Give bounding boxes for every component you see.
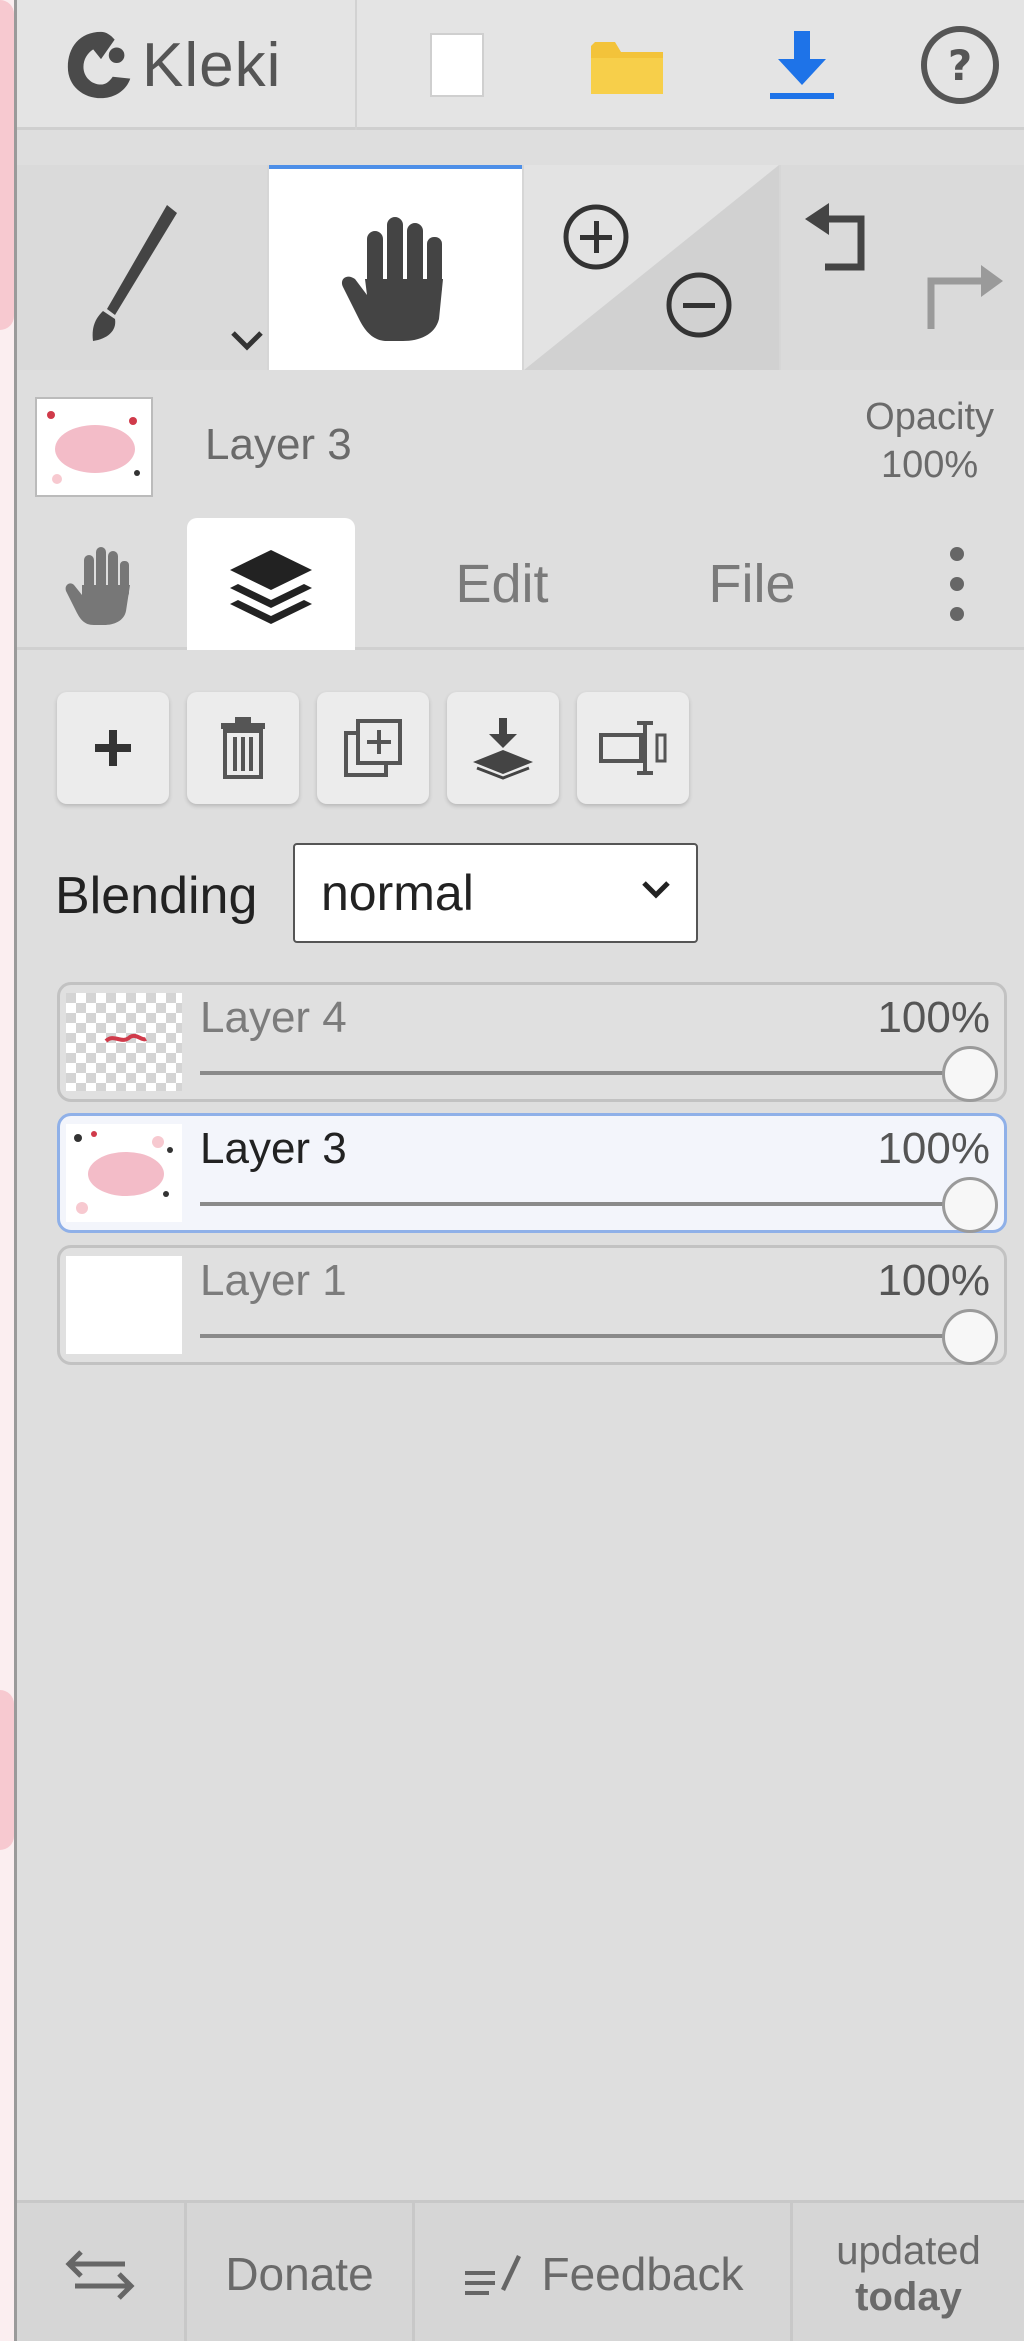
open-folder-icon [591, 42, 663, 94]
panel-tabs: Edit File [17, 518, 1024, 650]
layer-opacity-slider[interactable] [200, 1071, 980, 1075]
layer-item[interactable]: Layer 1 100% [57, 1245, 1007, 1365]
zoom-icon [524, 165, 779, 370]
layer-opacity: 100% [877, 1256, 990, 1305]
layer-name: Layer 3 [200, 1124, 347, 1173]
logo-text: Kleki [142, 30, 282, 100]
blending-value: normal [321, 865, 474, 921]
kleki-logo-icon [67, 31, 131, 99]
layer-thumbnail [66, 1124, 182, 1222]
tab-edit[interactable]: Edit [417, 518, 587, 650]
redo-icon[interactable] [781, 165, 1024, 370]
more-menu-button[interactable] [917, 518, 997, 650]
current-layer-name: Layer 3 [205, 420, 352, 469]
more-vertical-icon [950, 547, 964, 621]
delete-layer-button[interactable] [187, 692, 299, 804]
rename-layer-icon [599, 721, 667, 775]
canvas-edge-blob [0, 0, 14, 330]
kleki-logo[interactable]: Kleki [17, 0, 357, 130]
layer-opacity-slider-handle[interactable] [942, 1309, 998, 1365]
updated-when: today [855, 2274, 962, 2319]
opacity-value: 100% [880, 444, 979, 486]
feedback-icon [465, 2254, 522, 2295]
layer-name: Layer 1 [200, 1256, 347, 1305]
layer-item[interactable]: Layer 4 100% [57, 982, 1007, 1102]
duplicate-layer-button[interactable] [317, 692, 429, 804]
add-layer-icon [95, 730, 131, 766]
current-layer-info: Layer 3 Opacity 100% [17, 385, 1024, 505]
layer-opacity: 100% [877, 993, 990, 1042]
blending-select[interactable]: normal [293, 843, 698, 943]
tab-hand[interactable] [47, 518, 157, 650]
undo-redo-buttons[interactable] [781, 165, 1024, 370]
open-file-button[interactable] [562, 0, 692, 130]
current-layer-thumbnail [35, 397, 153, 497]
tab-layers[interactable] [187, 518, 355, 650]
layer-thumbnail [66, 993, 182, 1091]
zoom-tool-button[interactable] [524, 165, 779, 370]
layer-opacity-slider[interactable] [200, 1202, 980, 1206]
download-icon [770, 31, 834, 99]
layer-opacity-slider-handle[interactable] [942, 1177, 998, 1233]
brush-tool-button[interactable] [17, 165, 267, 370]
feedback-label: Feedback [541, 2247, 744, 2300]
layer-item-selected[interactable]: Layer 3 100% [57, 1113, 1007, 1233]
swap-side-button[interactable] [17, 2203, 182, 2341]
opacity-label: Opacity [865, 396, 994, 438]
top-bar: Kleki ? [17, 0, 1024, 130]
canvas-edge [0, 0, 17, 2341]
hand-icon [65, 547, 130, 625]
blending-label: Blending [55, 867, 258, 925]
swap-arrows-icon [64, 2249, 135, 2300]
help-icon: ? [920, 26, 999, 104]
delete-layer-icon [221, 717, 265, 779]
layer-opacity-slider[interactable] [200, 1334, 980, 1338]
layer-opacity: 100% [877, 1124, 990, 1173]
duplicate-layer-icon [344, 719, 402, 777]
tool-row [17, 165, 1024, 370]
save-download-button[interactable] [737, 0, 867, 130]
current-layer-opacity: Opacity 100% [865, 393, 994, 489]
hand-icon [341, 217, 443, 341]
merge-down-icon [473, 718, 533, 780]
rename-layer-button[interactable] [577, 692, 689, 804]
layer-name: Layer 4 [200, 993, 347, 1042]
new-image-icon [430, 33, 484, 97]
hand-tool-button[interactable] [269, 165, 522, 370]
merge-down-button[interactable] [447, 692, 559, 804]
chevron-down-icon[interactable] [227, 327, 267, 353]
canvas-edge-blob [0, 1690, 14, 1850]
donate-button[interactable]: Donate [187, 2203, 412, 2341]
updated-label: updated [836, 2228, 981, 2273]
bottom-bar: Donate Feedback updated today [17, 2200, 1024, 2341]
layer-thumbnail [66, 1256, 182, 1354]
svg-text:?: ? [947, 41, 971, 90]
help-button[interactable]: ? [897, 0, 1022, 130]
chevron-down-icon [642, 881, 670, 899]
side-panel: Kleki ? Layer 3 Opacity 100% Edit File B… [17, 0, 1024, 2341]
layer-opacity-slider-handle[interactable] [942, 1046, 998, 1102]
add-layer-button[interactable] [57, 692, 169, 804]
changelog-button[interactable]: updated today [793, 2203, 1024, 2341]
feedback-button[interactable]: Feedback [415, 2203, 790, 2341]
tab-file[interactable]: File [667, 518, 837, 650]
new-image-button[interactable] [397, 0, 517, 130]
layers-icon [230, 550, 312, 624]
